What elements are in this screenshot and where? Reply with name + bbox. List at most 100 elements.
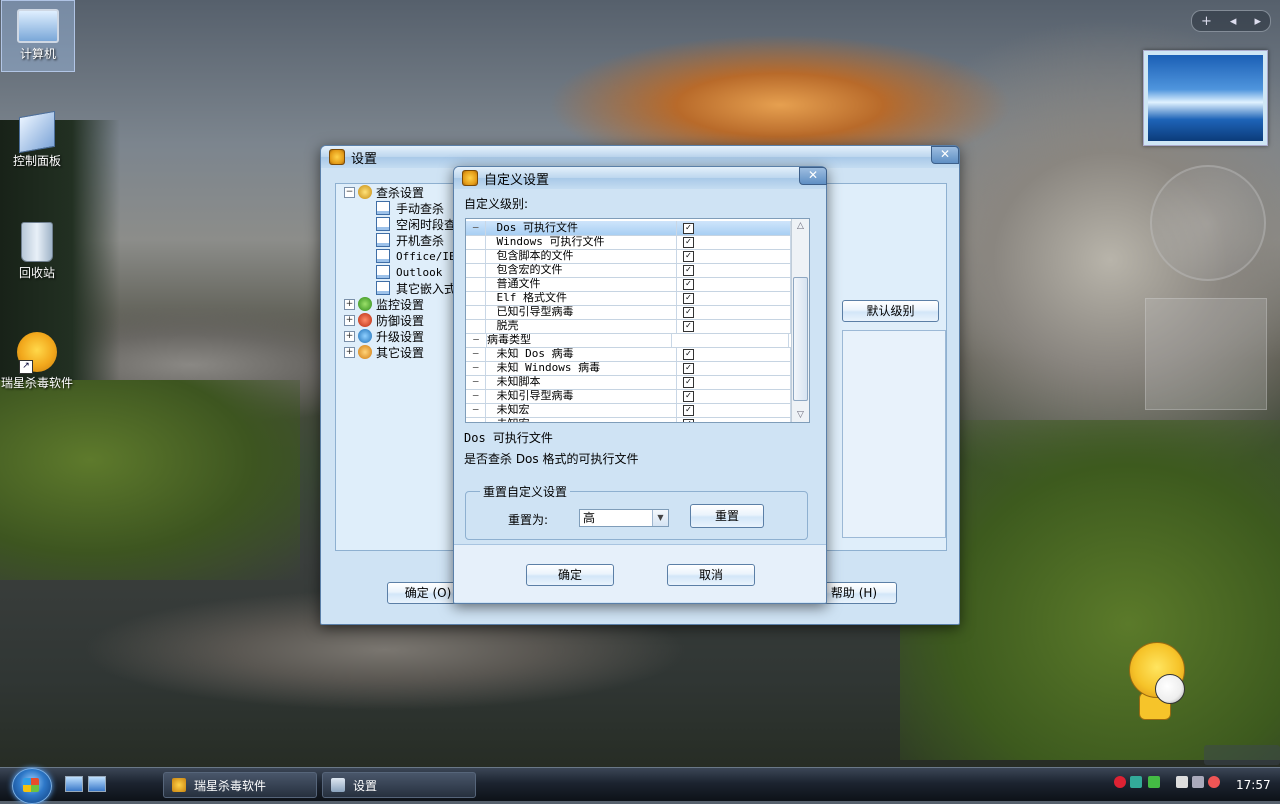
checkbox[interactable]: ✓ — [682, 223, 694, 234]
expand-icon[interactable]: + — [344, 298, 355, 310]
computer-icon — [17, 9, 59, 43]
tree-item-boot-scan[interactable]: 开机查杀 — [344, 232, 456, 248]
tree-item-other-settings[interactable]: + 其它设置 — [344, 344, 456, 360]
checkbox[interactable]: ✓ — [682, 237, 694, 248]
row-check-cell: ✓ — [677, 361, 791, 375]
umbrella-icon[interactable] — [1148, 776, 1160, 788]
list-row[interactable]: 包含宏的文件 ✓ — [466, 263, 791, 278]
start-button[interactable] — [12, 768, 52, 804]
scroll-thumb[interactable] — [793, 277, 808, 401]
custom-dialog-title-bar[interactable]: 自定义设置 — [454, 167, 826, 189]
expand-icon[interactable]: + — [344, 346, 355, 358]
list-row[interactable]: − 病毒类型 — [466, 333, 791, 348]
reset-level-select[interactable]: 高 ▼ — [579, 509, 669, 527]
taskbar-item-settings[interactable]: 设置 — [322, 772, 476, 798]
shortcut-arrow-icon: ↗ — [19, 360, 33, 374]
wifi-icon[interactable] — [1192, 776, 1204, 788]
list-row[interactable]: − 未知 Windows 病毒 ✓ — [466, 361, 791, 376]
tree-item-upgrade-settings[interactable]: + 升级设置 — [344, 328, 456, 344]
magnifier-icon — [358, 185, 372, 199]
expand-icon[interactable]: + — [344, 314, 355, 326]
desktop-icon-control-panel[interactable]: 控制面板 — [1, 110, 73, 169]
tree-item-outlook[interactable]: Outlook — [344, 264, 456, 280]
row-label: Dos 可执行文件 — [486, 221, 677, 235]
default-level-button[interactable]: 默认级别 — [842, 300, 939, 322]
tree-item-scan-settings[interactable]: − 查杀设置 — [344, 184, 456, 200]
checkbox[interactable]: ✓ — [682, 279, 694, 290]
row-expander[interactable]: − — [466, 361, 487, 375]
reset-button[interactable]: 重置 — [690, 504, 764, 528]
desktop-icon-computer[interactable]: 计算机 — [1, 0, 75, 72]
close-button[interactable]: ✕ — [931, 146, 959, 164]
list-row[interactable]: −未知宏 ✓ — [466, 403, 791, 418]
vertical-scrollbar[interactable]: △ ▽ — [791, 219, 809, 422]
row-expander[interactable]: − — [466, 347, 487, 361]
cancel-button[interactable]: 取消 — [667, 564, 755, 586]
battery-icon[interactable] — [1176, 776, 1188, 788]
close-button[interactable]: ✕ — [799, 167, 827, 185]
list-row[interactable]: 包含脚本的文件 ✓ — [466, 249, 791, 264]
checkbox[interactable]: ✓ — [682, 363, 694, 374]
desktop-icon-recycle-bin[interactable]: 回收站 — [1, 218, 73, 281]
tree-item-embedded[interactable]: 其它嵌入式 — [344, 280, 456, 296]
document-icon — [376, 217, 390, 231]
slideshow-gadget[interactable] — [1143, 50, 1268, 146]
next-gadget-icon[interactable]: ▸ — [1254, 14, 1261, 29]
checkbox[interactable]: ✓ — [682, 265, 694, 276]
collapse-icon[interactable]: − — [344, 186, 355, 198]
expand-icon[interactable]: + — [344, 330, 355, 342]
checkbox[interactable]: ✓ — [682, 419, 694, 422]
row-expander[interactable]: − — [466, 403, 487, 417]
settings-title-bar[interactable]: 设置 — [321, 146, 959, 168]
tree-item-defense-settings[interactable]: + 防御设置 — [344, 312, 456, 328]
list-row[interactable]: Elf 格式文件 ✓ — [466, 291, 791, 306]
taskbar-item-rising[interactable]: 瑞星杀毒软件 — [163, 772, 317, 798]
prev-gadget-icon[interactable]: ◂ — [1230, 14, 1237, 29]
notes-gadget[interactable] — [1145, 298, 1267, 410]
checkbox[interactable]: ✓ — [682, 377, 694, 388]
taskbar-item-label: 瑞星杀毒软件 — [194, 778, 267, 793]
checkbox[interactable]: ✓ — [682, 391, 694, 402]
tree-item-office-ie[interactable]: Office/IE — [344, 248, 456, 264]
rising-mascot[interactable] — [1125, 640, 1189, 720]
row-expander[interactable]: − — [466, 375, 487, 389]
list-row[interactable]: 脱壳 ✓ — [466, 319, 791, 334]
row-label: 未知 Dos 病毒 — [486, 347, 677, 361]
checkbox[interactable]: ✓ — [682, 307, 694, 318]
row-expander[interactable]: − — [466, 221, 487, 235]
list-row[interactable]: − 未知 Dos 病毒 ✓ — [466, 347, 791, 362]
chevron-down-icon[interactable]: ▼ — [652, 510, 668, 526]
list-row[interactable]: 普通文件 ✓ — [466, 277, 791, 292]
list-row[interactable]: − 未知脚本 ✓ — [466, 375, 791, 390]
row-expander[interactable]: − — [466, 389, 487, 403]
alert-icon[interactable] — [1114, 776, 1126, 788]
ok-button[interactable]: 确定 — [526, 564, 614, 586]
row-expander[interactable]: − — [466, 333, 487, 347]
list-row[interactable]: − Dos 可执行文件 ✓ — [466, 221, 791, 236]
list-row[interactable]: − 未知引导型病毒 ✓ — [466, 389, 791, 404]
tree-item-manual-scan[interactable]: 手动查杀 — [344, 200, 456, 216]
scroll-down-icon[interactable]: ▽ — [792, 408, 809, 422]
document-icon — [376, 265, 390, 279]
tree-item-idle-scan[interactable]: 空闲时段查 — [344, 216, 456, 232]
tree-item-monitor-settings[interactable]: + 监控设置 — [344, 296, 456, 312]
network-icon[interactable] — [1130, 776, 1142, 788]
scan-options-list[interactable]: −未知宏✓−未知宏✓−未知引导型病毒✓−未知脚本✓−未知 Windows 病毒✓… — [465, 218, 810, 423]
add-gadget-icon[interactable]: + — [1201, 14, 1212, 29]
show-desktop-icon[interactable] — [65, 776, 83, 792]
clock[interactable]: 17:57 — [1236, 778, 1271, 792]
list-row[interactable]: 已知引导型病毒 ✓ — [466, 305, 791, 320]
list-row[interactable]: Windows 可执行文件 ✓ — [466, 235, 791, 250]
clock-gadget[interactable] — [1150, 165, 1266, 281]
desktop-icon-rising-antivirus[interactable]: ↗ 瑞星杀毒软件 — [1, 328, 73, 391]
checkbox[interactable]: ✓ — [682, 349, 694, 360]
scroll-up-icon[interactable]: △ — [792, 219, 809, 233]
checkbox[interactable]: ✓ — [682, 405, 694, 416]
volume-muted-icon[interactable] — [1208, 776, 1220, 788]
row-label: 脱壳 — [486, 319, 677, 333]
checkbox[interactable]: ✓ — [682, 321, 694, 332]
wallpaper-hill-left — [0, 380, 300, 580]
checkbox[interactable]: ✓ — [682, 251, 694, 262]
switch-windows-icon[interactable] — [88, 776, 106, 792]
checkbox[interactable]: ✓ — [682, 293, 694, 304]
